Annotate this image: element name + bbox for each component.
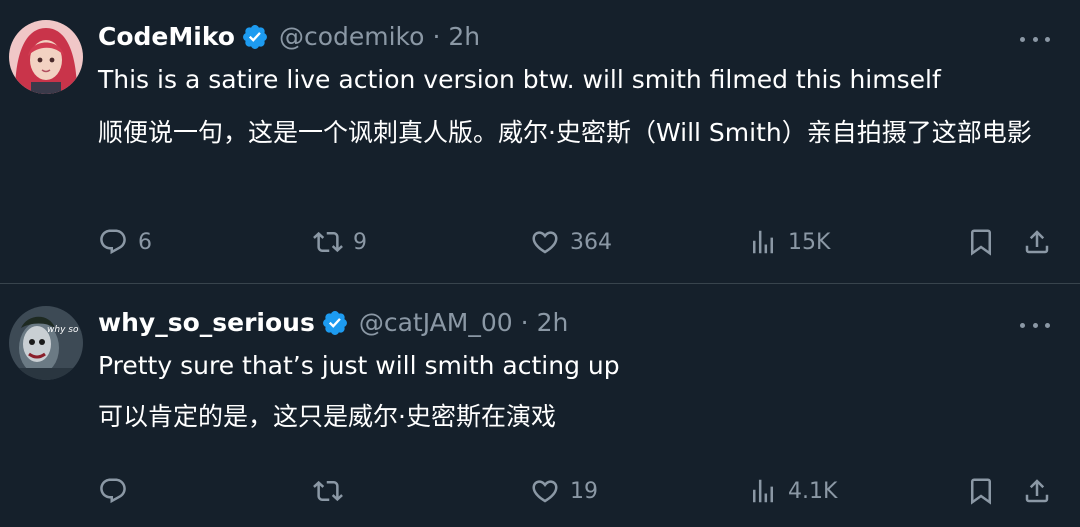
display-name[interactable]: CodeMiko (98, 22, 235, 51)
tweet-header: why_so_serious @catJAM_00 · 2h (98, 308, 568, 337)
verified-badge-icon (321, 309, 349, 337)
separator-dot: · (520, 308, 529, 337)
repost-count: 9 (353, 229, 367, 255)
handle[interactable]: @catJAM_00 (359, 308, 513, 337)
share-icon (1025, 479, 1049, 503)
reply-icon (100, 478, 126, 504)
tweet-header: CodeMiko @codemiko · 2h (98, 22, 480, 51)
like-button[interactable]: 364 (530, 225, 612, 259)
views-count: 4.1K (788, 478, 838, 504)
like-count: 19 (570, 478, 598, 504)
tweet-translation: 顺便说一句，这是一个讽刺真人版。威尔·史密斯（Will Smith）亲自拍摄了这… (98, 118, 1032, 147)
more-icon[interactable] (1020, 29, 1050, 49)
tweet[interactable]: why so serious? why_so_serious @catJAM_0… (0, 284, 1080, 527)
reply-button[interactable]: 6 (98, 225, 152, 259)
timestamp[interactable]: 2h (537, 308, 569, 337)
reply-button[interactable] (98, 474, 138, 508)
repost-icon (313, 480, 343, 502)
bookmark-button[interactable] (966, 225, 996, 259)
views-button[interactable]: 4.1K (748, 474, 837, 508)
bookmark-icon (971, 478, 991, 505)
action-bar: 6 9 364 15K (98, 225, 1053, 259)
views-icon (753, 479, 773, 503)
avatar[interactable]: why so serious? (9, 306, 83, 380)
share-icon (1025, 230, 1049, 254)
views-icon (753, 230, 773, 254)
avatar-caption: why so serious? (47, 325, 83, 335)
like-icon (532, 231, 558, 254)
views-button[interactable]: 15K (748, 225, 830, 259)
handle[interactable]: @codemiko (279, 22, 424, 51)
repost-button[interactable]: 9 (313, 225, 367, 259)
reply-count: 6 (138, 229, 152, 255)
reply-icon (100, 229, 126, 255)
bookmark-button[interactable] (966, 474, 996, 508)
tweet-translation: 可以肯定的是，这只是威尔·史密斯在演戏 (98, 402, 556, 431)
views-count: 15K (788, 229, 831, 255)
display-name[interactable]: why_so_serious (98, 308, 315, 337)
more-icon[interactable] (1020, 315, 1050, 335)
share-button[interactable] (1022, 225, 1052, 259)
timeline: CodeMiko @codemiko · 2h This is a satire… (0, 0, 1080, 527)
tweet-text: Pretty sure that’s just will smith actin… (98, 351, 620, 380)
timestamp[interactable]: 2h (448, 22, 480, 51)
action-bar: 19 4.1K (98, 474, 1053, 508)
verified-badge-icon (241, 23, 269, 51)
share-button[interactable] (1022, 474, 1052, 508)
tweet[interactable]: CodeMiko @codemiko · 2h This is a satire… (0, 0, 1080, 283)
bookmark-icon (971, 229, 991, 256)
like-button[interactable]: 19 (530, 474, 598, 508)
avatar[interactable] (9, 20, 83, 94)
like-count: 364 (570, 229, 612, 255)
like-icon (532, 480, 558, 503)
separator-dot: · (432, 22, 441, 51)
repost-button[interactable] (313, 474, 353, 508)
repost-icon (313, 231, 343, 253)
tweet-text: This is a satire live action version btw… (98, 65, 941, 94)
